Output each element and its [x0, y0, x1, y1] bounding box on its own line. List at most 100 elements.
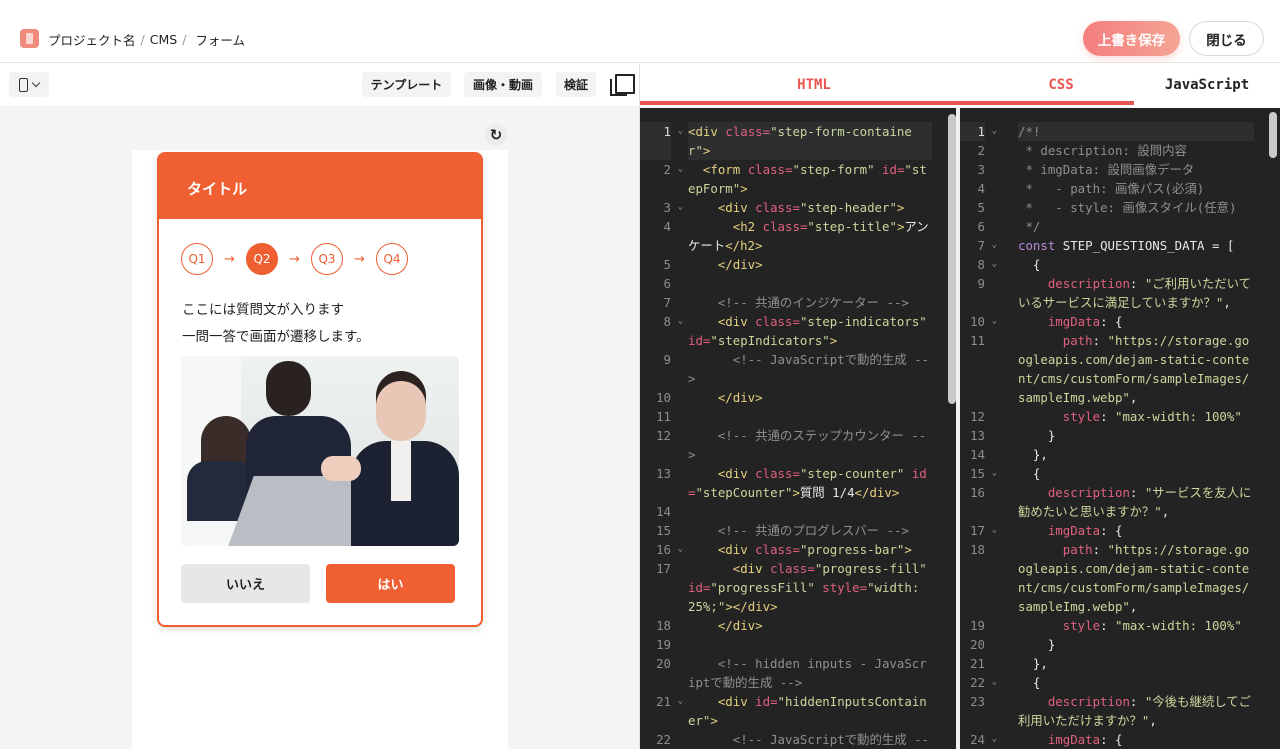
- code-line[interactable]: 20 <!-- hidden inputs - JavaScriptで動的生成 …: [640, 654, 956, 692]
- code-line[interactable]: 1 ⌄ /*!: [960, 122, 1280, 141]
- code-line[interactable]: 8 ⌄ <div class="step-indicators" id="step…: [640, 312, 956, 350]
- fold-chevron-icon[interactable]: ⌄: [992, 464, 997, 483]
- code-line[interactable]: 10 </div>: [640, 388, 956, 407]
- code-text: },: [1018, 445, 1254, 464]
- fold-chevron-icon[interactable]: ⌄: [678, 540, 683, 559]
- code-line[interactable]: 21 },: [960, 654, 1280, 673]
- code-line[interactable]: 11: [640, 407, 956, 426]
- code-token: </div: [717, 257, 756, 272]
- code-line[interactable]: 14 },: [960, 445, 1280, 464]
- code-line[interactable]: 18 path: "https://storage.googleapis.com…: [960, 540, 1280, 616]
- code-line[interactable]: 17 <div class="progress-fill" id="progre…: [640, 559, 956, 616]
- code-line[interactable]: 14: [640, 502, 956, 521]
- copy-window-icon[interactable]: [610, 74, 635, 96]
- code-line[interactable]: 22 <!-- JavaScriptで動的生成 -->: [640, 730, 956, 749]
- fold-chevron-icon[interactable]: ⌄: [678, 160, 683, 179]
- tab-css[interactable]: CSS: [988, 64, 1134, 106]
- code-line[interactable]: 1 ⌄ <div class="step-form-container">: [640, 122, 956, 160]
- code-line[interactable]: 24 ⌄ imgData: {: [960, 730, 1280, 749]
- line-number: 18: [656, 618, 671, 633]
- code-line[interactable]: 18 </div>: [640, 616, 956, 635]
- code-line[interactable]: 13 }: [960, 426, 1280, 445]
- code-line[interactable]: 15 <!-- 共通のプログレスバー -->: [640, 521, 956, 540]
- code-line[interactable]: 12 style: "max-width: 100%": [960, 407, 1280, 426]
- code-line[interactable]: 2 ⌄ <form class="step-form" id="stepForm"…: [640, 160, 956, 198]
- code-line[interactable]: 22 ⌄ {: [960, 673, 1280, 692]
- code-text: <div class="step-header">: [688, 198, 932, 217]
- step-q4: Q4: [376, 243, 408, 275]
- tab-html[interactable]: HTML: [640, 64, 988, 106]
- fold-chevron-icon[interactable]: ⌄: [678, 198, 683, 217]
- code-line[interactable]: 20 }: [960, 635, 1280, 654]
- code-line[interactable]: 5 </div>: [640, 255, 956, 274]
- code-token: /*!: [1018, 124, 1041, 139]
- html-editor[interactable]: 1 ⌄ <div class="step-form-container"> 2 ⌄ <f…: [640, 108, 956, 749]
- breadcrumb-project[interactable]: プロジェクト名: [48, 30, 136, 49]
- code-line[interactable]: 12 <!-- 共通のステップカウンター -->: [640, 426, 956, 464]
- yes-button[interactable]: はい: [326, 564, 455, 603]
- code-line[interactable]: 10 ⌄ imgData: {: [960, 312, 1280, 331]
- code-line[interactable]: 3 * imgData: 設問画像データ: [960, 160, 1280, 179]
- code-line[interactable]: 7 ⌄ const STEP_QUESTIONS_DATA = [: [960, 236, 1280, 255]
- fold-chevron-icon[interactable]: ⌄: [678, 692, 683, 711]
- code-line[interactable]: 13 <div class="step-counter" id="stepCou…: [640, 464, 956, 502]
- line-number: 22 ⌄: [970, 675, 997, 690]
- reload-icon[interactable]: ↻: [485, 124, 507, 146]
- code-line[interactable]: 19: [640, 635, 956, 654]
- code-line[interactable]: 3 ⌄ <div class="step-header">: [640, 198, 956, 217]
- javascript-editor[interactable]: 1 ⌄/*! 2 * description: 設問内容 3 * imgData: 設…: [960, 108, 1280, 749]
- code-line[interactable]: 15 ⌄ {: [960, 464, 1280, 483]
- code-line[interactable]: 9 description: "ご利用いただいているサービスに満足していますか？…: [960, 274, 1280, 312]
- scrollbar[interactable]: [1269, 112, 1277, 158]
- code-line[interactable]: 16 description: "サービスを友人に勧めたいと思いますか？",: [960, 483, 1280, 521]
- code-line[interactable]: 23 description: "今後も継続してご利用いただけますか？",: [960, 692, 1280, 730]
- fold-chevron-icon[interactable]: ⌄: [992, 730, 997, 749]
- code-line[interactable]: 5 * - style: 画像スタイル(任意): [960, 198, 1280, 217]
- no-button[interactable]: いいえ: [181, 564, 310, 603]
- code-text: * - path: 画像パス(必須): [1018, 179, 1254, 198]
- code-text: <!-- 共通のステップカウンター -->: [688, 426, 932, 464]
- code-token: class: [755, 542, 793, 557]
- code-token: "step-header": [799, 200, 897, 215]
- code-text: path: "https://storage.googleapis.com/de…: [1018, 540, 1254, 616]
- code-line[interactable]: 6: [640, 274, 956, 293]
- tab-javascript[interactable]: JavaScript: [1134, 64, 1280, 106]
- code-line[interactable]: 9 <!-- JavaScriptで動的生成 -->: [640, 350, 956, 388]
- code-line[interactable]: 4 <h2 class="step-title">アンケート</h2>: [640, 217, 956, 255]
- close-button[interactable]: 閉じる: [1189, 21, 1264, 56]
- code-line[interactable]: 4 * - path: 画像パス(必須): [960, 179, 1280, 198]
- code-line[interactable]: 19 style: "max-width: 100%": [960, 616, 1280, 635]
- fold-chevron-icon[interactable]: ⌄: [678, 312, 683, 331]
- fold-chevron-icon[interactable]: ⌄: [992, 122, 997, 141]
- fold-chevron-icon[interactable]: ⌄: [992, 236, 997, 255]
- code-line[interactable]: 21 ⌄ <div id="hiddenInputsContainer">: [640, 692, 956, 730]
- line-number: 3 ⌄: [663, 200, 683, 215]
- fold-chevron-icon[interactable]: ⌄: [678, 122, 683, 141]
- code-line[interactable]: 2 * description: 設問内容: [960, 141, 1280, 160]
- fold-chevron-icon[interactable]: ⌄: [992, 255, 997, 274]
- code-line[interactable]: 8 ⌄ {: [960, 255, 1280, 274]
- breadcrumb-cms[interactable]: CMS: [150, 32, 177, 47]
- line-number: 16: [970, 485, 985, 500]
- verify-button[interactable]: 検証: [556, 72, 596, 97]
- code-line[interactable]: 6 */: [960, 217, 1280, 236]
- code-text: {: [1018, 464, 1254, 483]
- code-line[interactable]: 17 ⌄ imgData: {: [960, 521, 1280, 540]
- code-token: }: [1018, 637, 1056, 652]
- code-line[interactable]: 16 ⌄ <div class="progress-bar">: [640, 540, 956, 559]
- save-button[interactable]: 上書き保存: [1083, 21, 1180, 56]
- fold-chevron-icon[interactable]: ⌄: [992, 312, 997, 331]
- code-line[interactable]: 7 <!-- 共通のインジケーター -->: [640, 293, 956, 312]
- media-button[interactable]: 画像・動画: [464, 72, 542, 97]
- device-select[interactable]: [9, 72, 49, 97]
- code-text: <div class="progress-fill" id="progressF…: [688, 559, 932, 616]
- fold-chevron-icon[interactable]: ⌄: [992, 673, 997, 692]
- code-line[interactable]: 11 path: "https://storage.googleapis.com…: [960, 331, 1280, 407]
- template-button[interactable]: テンプレート: [362, 72, 451, 97]
- code-token: class: [770, 561, 808, 576]
- scrollbar[interactable]: [948, 114, 956, 404]
- code-token: <div: [717, 694, 748, 709]
- code-token: >: [755, 257, 763, 272]
- fold-chevron-icon[interactable]: ⌄: [992, 521, 997, 540]
- code-token: imgData: [1047, 314, 1101, 329]
